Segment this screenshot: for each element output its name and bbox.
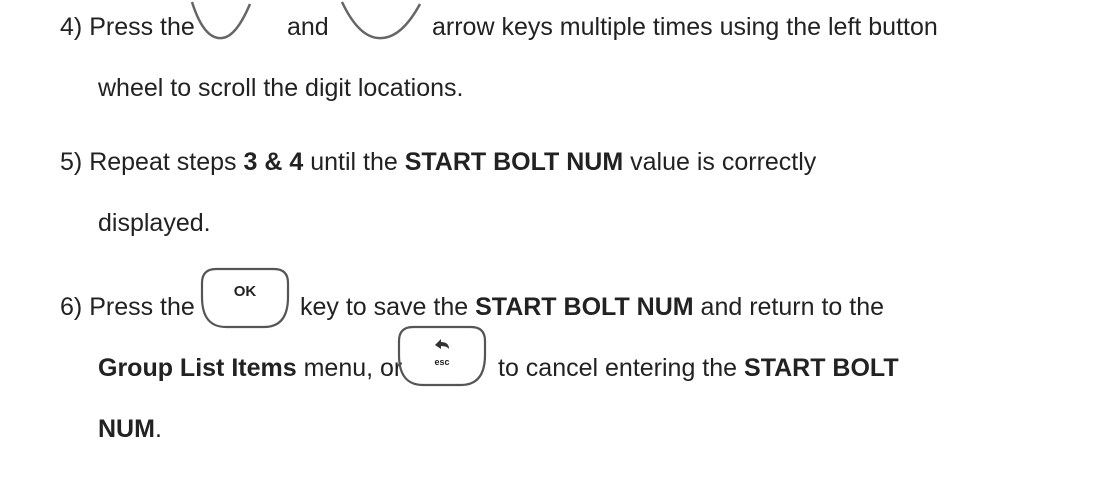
step-text: Repeat steps [89,148,237,176]
step-6-line-2-rest: to cancel entering the START BOLT [498,353,899,383]
field-name: START BOLT NUM [475,293,694,321]
step-6-line-1: 6) Press the [60,292,195,322]
down-arrow-key-icon [340,0,422,40]
step-4-line-1-rest: arrow keys multiple times using the left… [432,12,938,42]
step-text: to cancel entering the [498,354,738,382]
step-number: 5) [60,148,83,176]
back-arrow-icon [435,339,449,349]
step-text: value is correctly [630,148,817,176]
instruction-steps: 4) Press the and arrow keys multiple tim… [0,0,1118,483]
step-5-line-2: displayed. [98,208,211,238]
step-text: and [287,13,329,41]
up-arrow-key-icon [190,0,252,40]
step-number: 4) [60,13,83,41]
step-6-line-3: NUM. [98,414,162,444]
esc-key-icon: esc [397,323,487,387]
step-ref: 3 & 4 [243,148,304,176]
field-name: START BOLT NUM [404,148,624,176]
step-text: key to save the [300,293,469,321]
step-text: arrow keys multiple times using the left… [432,13,938,41]
field-name: NUM [98,415,155,443]
step-text: . [154,415,162,443]
step-4-and: and [287,12,329,42]
step-text: menu, or [303,354,403,382]
step-text: wheel to scroll the digit locations. [98,74,464,102]
ok-key-label: OK [234,283,257,300]
menu-name: Group List Items [98,354,297,382]
step-6-line-2: Group List Items menu, or [98,353,402,383]
step-text: displayed. [98,209,211,237]
step-text: Press the [89,13,195,41]
step-6-line-1-rest: key to save the START BOLT NUM and retur… [300,292,884,322]
ok-key-icon: OK [200,265,290,329]
step-5-line-1: 5) Repeat steps 3 & 4 until the START BO… [60,147,816,177]
step-4-line-2: wheel to scroll the digit locations. [98,73,463,103]
step-text: and return to the [700,293,885,321]
step-text: Press the [89,293,195,321]
esc-key-label: esc [434,357,449,367]
step-text: until the [310,148,398,176]
step-number: 6) [60,293,83,321]
step-4-line-1: 4) Press the [60,12,195,42]
field-name: START BOLT [744,354,899,382]
